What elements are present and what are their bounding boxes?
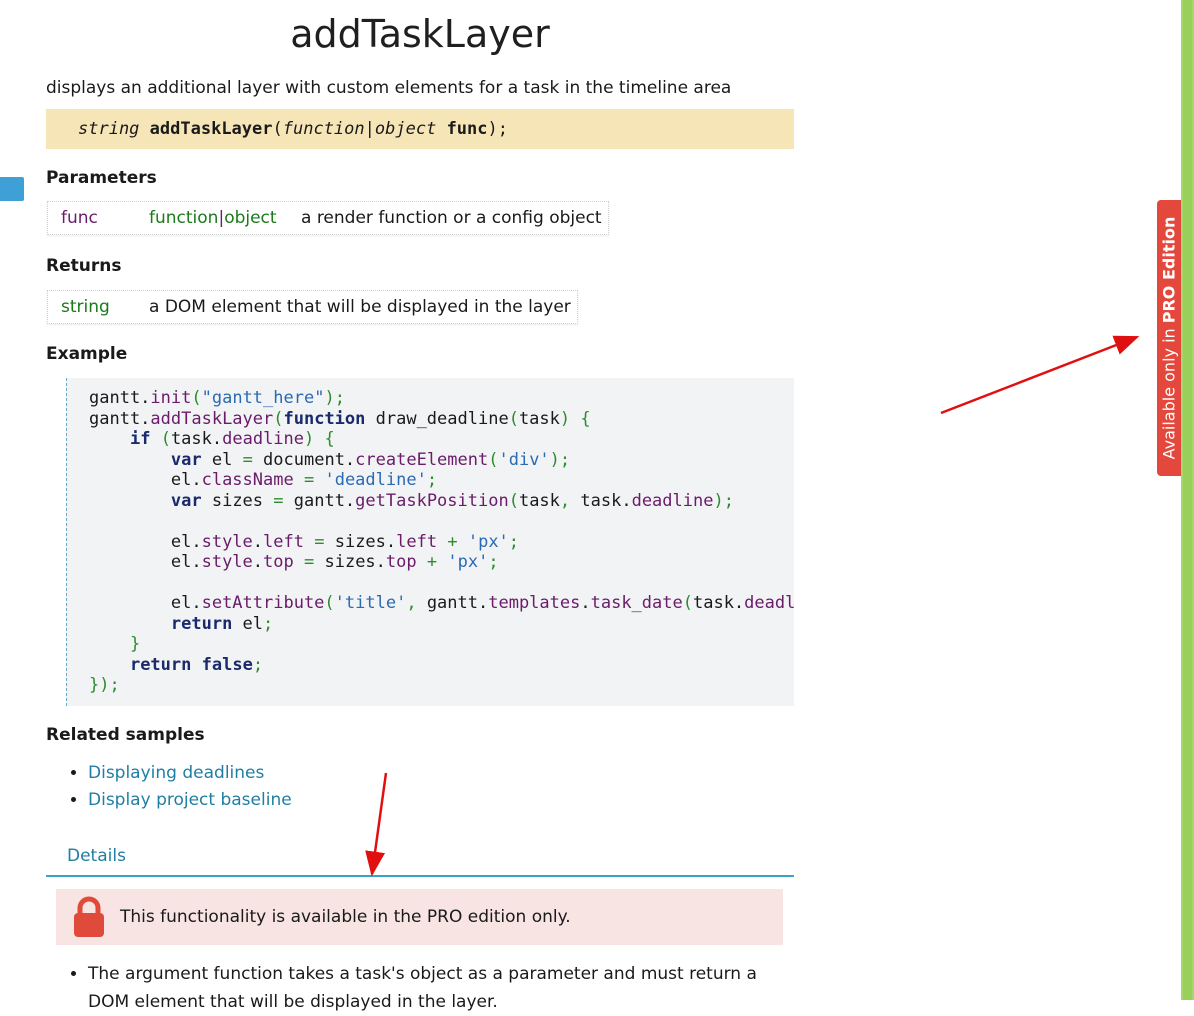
annotation-arrows (365, 335, 1140, 877)
arrow-to-pro-notice (365, 772, 388, 877)
arrow-to-pro-tab (940, 335, 1140, 415)
